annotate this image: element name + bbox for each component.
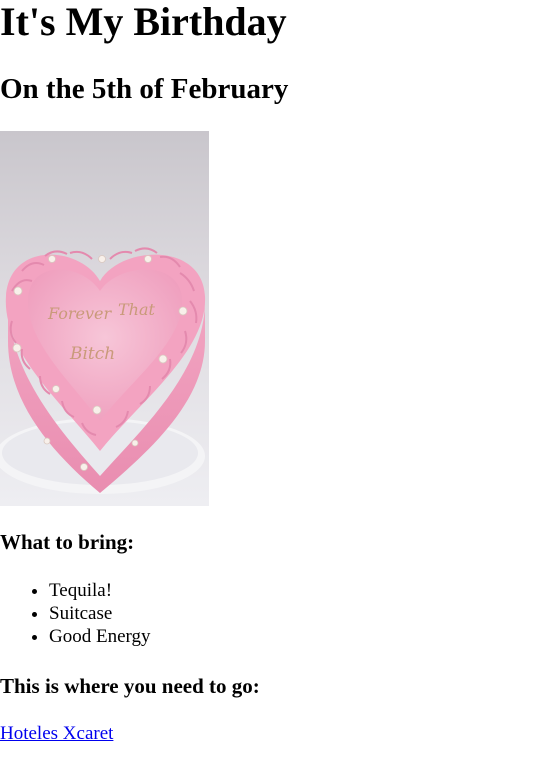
heart-cake-image: Forever That Bitch [0,131,209,506]
list-item: Good Energy [49,625,151,648]
bring-list: Tequila! Suitcase Good Energy [0,579,151,648]
location-heading: This is where you need to go: [0,674,260,698]
page-title: It's My Birthday [0,0,287,44]
svg-text:Bitch: Bitch [69,344,115,364]
page-subtitle: On the 5th of February [0,73,289,105]
svg-text:That: That [118,300,156,319]
svg-text:Forever: Forever [47,304,112,323]
list-item: Tequila! [49,579,151,602]
list-item: Suitcase [49,602,151,625]
what-to-bring-heading: What to bring: [0,530,135,554]
hoteles-xcaret-link[interactable]: Hoteles Xcaret [0,722,113,745]
